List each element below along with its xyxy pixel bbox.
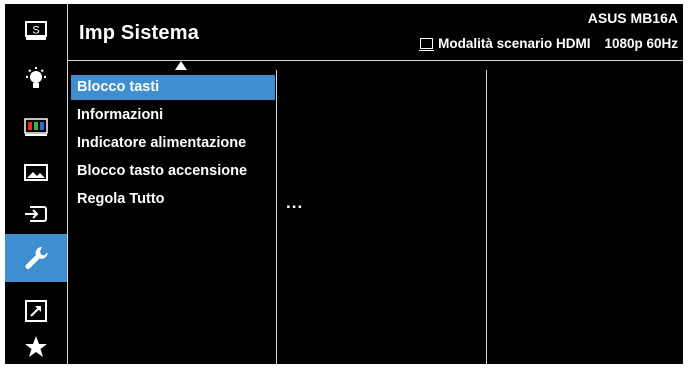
- model-name: ASUS MB16A: [587, 10, 678, 26]
- mode-text: Modalità scenario HDMI: [438, 36, 591, 51]
- input-select-icon: [25, 206, 47, 222]
- mode-status: Modalità scenario HDMI 1080p 60Hz: [419, 36, 678, 51]
- menu-item-blocco-tasti[interactable]: Blocco tasti: [71, 75, 275, 100]
- rail-item-image[interactable]: [5, 150, 67, 196]
- page-title: Imp Sistema: [79, 22, 200, 44]
- rail-item-input[interactable]: [5, 191, 67, 237]
- column-divider-2: [486, 70, 487, 364]
- monitor-icon: [419, 38, 435, 51]
- rail-item-color[interactable]: [5, 104, 67, 150]
- rail-item-brightness[interactable]: [5, 56, 67, 102]
- column-divider-1: [276, 70, 277, 364]
- rail-item-myfavorite[interactable]: [5, 324, 67, 370]
- osd-panel: S Imp Sistema ASUS MB16A Modalità scenar…: [5, 4, 683, 364]
- brightness-icon: [26, 67, 46, 88]
- splendid-icon: S: [25, 21, 47, 40]
- rail-item-splendid[interactable]: S: [5, 8, 67, 54]
- menu-item-regola-tutto[interactable]: Regola Tutto: [71, 187, 275, 212]
- rail-item-system-setup[interactable]: [5, 234, 67, 282]
- system-setup-icon: [25, 246, 48, 269]
- color-icon: [24, 118, 48, 136]
- more-options-indicator: ...: [286, 193, 304, 212]
- menu-item-indicatore-alimentazione[interactable]: Indicatore alimentazione: [71, 131, 275, 156]
- myfavorite-icon: [25, 336, 47, 357]
- header-bar: Imp Sistema ASUS MB16A Modalità scenario…: [68, 4, 683, 61]
- resolution-text: 1080p 60Hz: [604, 36, 678, 51]
- image-icon: [24, 164, 48, 181]
- svg-text:S: S: [32, 25, 39, 37]
- shortcut-icon: [25, 300, 47, 322]
- submenu-list: Blocco tasti Informazioni Indicatore ali…: [71, 75, 275, 215]
- menu-item-informazioni[interactable]: Informazioni: [71, 103, 275, 128]
- scroll-up-arrow-icon[interactable]: [175, 61, 187, 70]
- category-rail: S: [5, 4, 68, 364]
- menu-item-blocco-tasto-accensione[interactable]: Blocco tasto accensione: [71, 159, 275, 184]
